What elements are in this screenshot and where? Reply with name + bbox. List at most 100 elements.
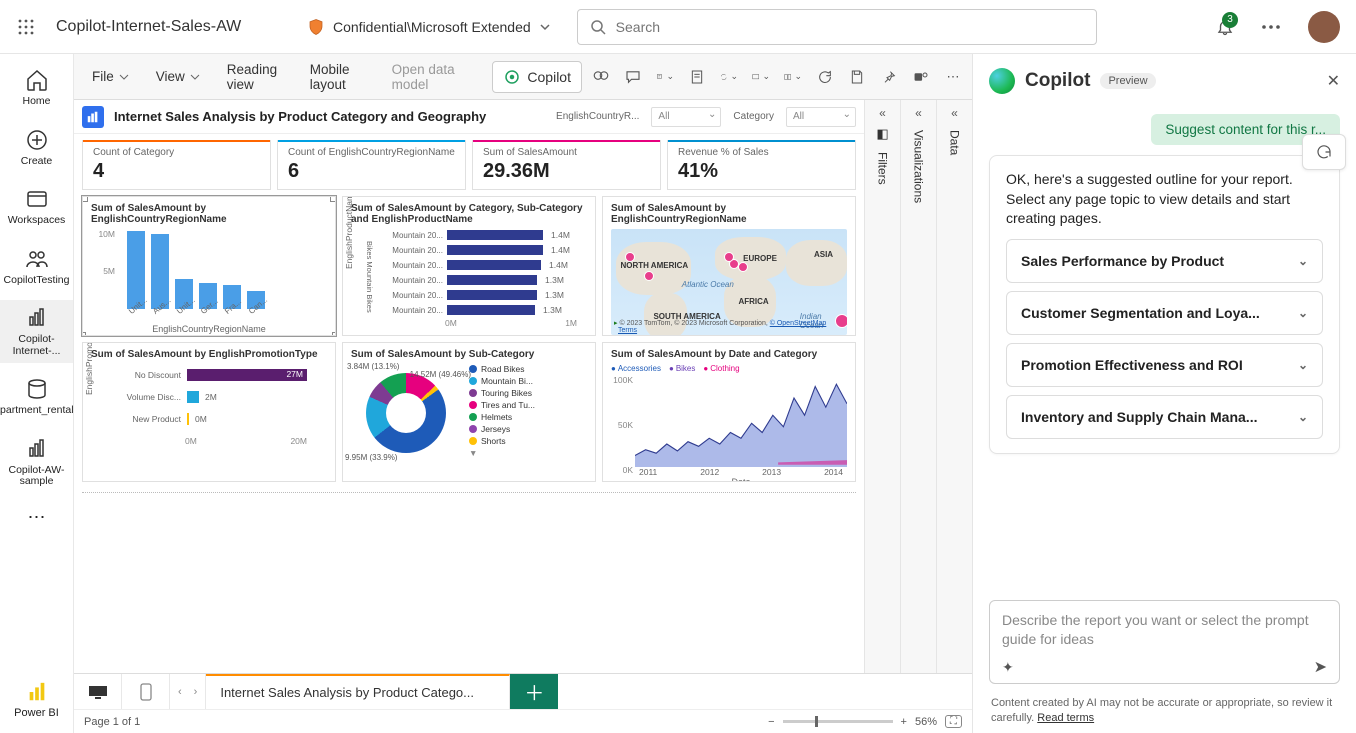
page-title: Internet Sales Analysis by Product Categ… — [114, 109, 486, 124]
more-options[interactable] — [1254, 10, 1288, 44]
user-avatar[interactable] — [1308, 11, 1340, 43]
copilot-panel: Copilot Preview ✕ Suggest content for th… — [972, 54, 1356, 733]
add-page-button[interactable]: ＋ — [510, 674, 558, 709]
data-pane[interactable]: « Data — [936, 100, 972, 673]
notifications-button[interactable]: 3 — [1208, 10, 1242, 44]
sync-dropdown[interactable]: ⌄ — [720, 68, 738, 86]
page-icon[interactable] — [688, 68, 706, 86]
home-icon — [25, 68, 49, 92]
suggestion-sales-performance[interactable]: Sales Performance by Product⌄ — [1006, 239, 1323, 283]
visualizations-pane[interactable]: « Visualizations — [900, 100, 936, 673]
chevron-left-icon: « — [951, 106, 958, 120]
dataset-icon — [25, 377, 49, 401]
zoom-value: 56% — [915, 716, 937, 728]
copilot-placeholder: Describe the report you want or select t… — [1002, 611, 1327, 651]
visual-sales-by-promotion[interactable]: Sum of SalesAmount by EnglishPromotionTy… — [82, 342, 336, 482]
slicer-category[interactable]: All — [786, 107, 856, 127]
suggestion-inventory-supply[interactable]: Inventory and Supply Chain Mana...⌄ — [1006, 395, 1323, 439]
copilot-button[interactable]: Copilot — [492, 61, 582, 93]
map-visual[interactable]: NORTH AMERICA SOUTH AMERICA EUROPE AFRIC… — [611, 229, 847, 335]
kpi-revenue-pct[interactable]: Revenue % of Sales41% — [667, 140, 856, 190]
copilot-icon — [503, 68, 521, 86]
map-attribution: ▸ © 2023 TomTom, © 2023 Microsoft Corpor… — [614, 319, 847, 334]
nav-copilot-testing[interactable]: CopilotTesting — [0, 241, 73, 293]
nav-copilot-internet[interactable]: Copilot-Internet-... — [0, 300, 73, 363]
pin-button[interactable] — [880, 68, 898, 86]
chevron-down-icon — [539, 21, 551, 33]
preview-badge: Preview — [1100, 73, 1155, 89]
page-tab-1[interactable]: Internet Sales Analysis by Product Categ… — [206, 674, 510, 709]
bookmark-dropdown[interactable]: ⌄ — [656, 68, 674, 86]
nav-powerbi[interactable]: Power BI — [0, 675, 73, 725]
desktop-view-button[interactable] — [74, 674, 122, 709]
ribbon-more[interactable]: ⋯ — [944, 68, 962, 86]
chevron-down-icon: ⌄ — [1298, 410, 1308, 424]
fit-to-page-button[interactable]: ⛶ — [945, 715, 962, 728]
visual-sales-by-country-bar[interactable]: Sum of SalesAmount by EnglishCountryRegi… — [82, 196, 336, 336]
nav-more[interactable]: ⋯ — [0, 502, 73, 534]
visual-sales-by-subcategory-donut[interactable]: Sum of SalesAmount by Sub-Category 3.84M… — [342, 342, 596, 482]
next-page-button[interactable]: › — [190, 686, 202, 698]
teams-button[interactable] — [912, 68, 930, 86]
menu-open-data-model: Open data model — [384, 58, 473, 96]
report-canvas: Internet Sales Analysis by Product Categ… — [74, 100, 864, 673]
mobile-view-button[interactable] — [122, 674, 170, 709]
copilot-input[interactable]: Describe the report you want or select t… — [989, 600, 1340, 684]
visual-sales-by-date-area[interactable]: Sum of SalesAmount by Date and Category … — [602, 342, 856, 482]
suggestion-promotion-effectiveness[interactable]: Promotion Effectiveness and ROI⌄ — [1006, 343, 1323, 387]
send-button[interactable]: ➤ — [1314, 657, 1327, 677]
present-dropdown[interactable]: ⌄ — [752, 68, 770, 86]
chevron-left-icon: « — [915, 106, 922, 120]
left-nav: Home Create Workspaces CopilotTesting Co… — [0, 54, 74, 733]
zoom-in[interactable]: + — [901, 716, 907, 728]
nav-workspaces[interactable]: Workspaces — [0, 181, 73, 233]
comment-icon[interactable] — [624, 68, 642, 86]
nav-apartment-rentals[interactable]: apartment_rentals — [0, 371, 73, 423]
prompt-guide-button[interactable]: ✦ — [1002, 659, 1014, 676]
search-box[interactable] — [577, 9, 1097, 45]
report-page-icon — [82, 106, 104, 128]
close-copilot-button[interactable]: ✕ — [1327, 71, 1340, 91]
visual-sales-by-product-hbar[interactable]: Sum of SalesAmount by Category, Sub-Cate… — [342, 196, 596, 336]
kpi-sales-amount[interactable]: Sum of SalesAmount29.36M — [472, 140, 661, 190]
copilot-logo-icon — [989, 68, 1015, 94]
kpi-country-count[interactable]: Count of EnglishCountryRegionName6 — [277, 140, 466, 190]
nav-aw-sample[interactable]: Copilot-AW-sample — [0, 431, 73, 494]
chevron-left-icon: « — [879, 106, 886, 120]
menu-reading-view[interactable]: Reading view — [219, 58, 292, 96]
refresh-button[interactable] — [816, 68, 834, 86]
kpi-category-count[interactable]: Count of Category4 — [82, 140, 271, 190]
workspaces-icon — [25, 187, 49, 211]
filters-pane[interactable]: « ◧ Filters — [864, 100, 900, 673]
menu-view[interactable]: View — [148, 65, 209, 88]
slicer-category-label: Category — [733, 111, 774, 122]
page-tabs: ‹ › Internet Sales Analysis by Product C… — [74, 673, 972, 709]
page-header: Internet Sales Analysis by Product Categ… — [74, 100, 864, 134]
sensitivity-label[interactable]: Confidential\Microsoft Extended — [293, 18, 565, 36]
layout-dropdown[interactable]: ⌄ — [784, 68, 802, 86]
app-launcher[interactable] — [8, 9, 44, 45]
report-name[interactable]: Copilot-Internet-Sales-AW — [56, 18, 281, 36]
prev-page-button[interactable]: ‹ — [174, 686, 186, 698]
zoom-out[interactable]: − — [768, 716, 774, 728]
slicer-country[interactable]: All — [651, 107, 721, 127]
regenerate-button[interactable] — [1302, 134, 1346, 170]
notification-badge: 3 — [1222, 12, 1238, 28]
visual-sales-map[interactable]: Sum of SalesAmount by EnglishCountryRegi… — [602, 196, 856, 336]
search-input[interactable] — [616, 19, 1084, 35]
report-icon — [25, 437, 49, 461]
nav-create[interactable]: Create — [0, 122, 73, 174]
copilot-response-card: OK, here's a suggested outline for your … — [989, 155, 1340, 454]
menu-file[interactable]: File — [84, 65, 138, 88]
read-terms-link[interactable]: Read terms — [1037, 712, 1094, 724]
save-button[interactable] — [848, 68, 866, 86]
nav-home[interactable]: Home — [0, 62, 73, 114]
explore-icon[interactable] — [592, 68, 610, 86]
copilot-title: Copilot — [1025, 70, 1090, 92]
copilot-disclaimer: Content created by AI may not be accurat… — [973, 692, 1356, 733]
menu-mobile-layout[interactable]: Mobile layout — [302, 58, 374, 96]
suggestion-customer-segmentation[interactable]: Customer Segmentation and Loya...⌄ — [1006, 291, 1323, 335]
powerbi-icon — [26, 681, 48, 703]
page-counter: Page 1 of 1 — [84, 716, 140, 728]
zoom-slider[interactable] — [783, 720, 893, 723]
